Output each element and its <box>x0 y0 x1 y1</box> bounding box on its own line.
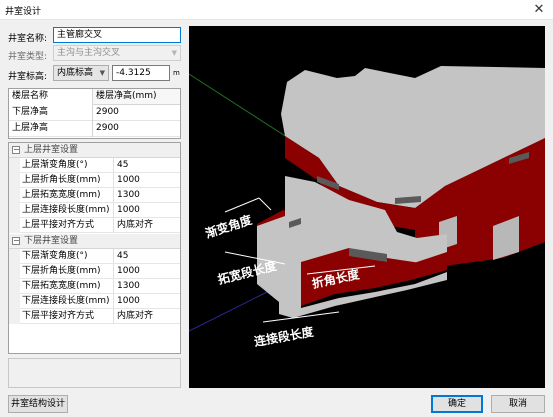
group-upper-settings[interactable]: − 上层井室设置 <box>9 143 180 158</box>
elevation-mode-select[interactable]: 内底标高 ▼ <box>53 65 109 81</box>
label-connect-length: 连接段长度 <box>253 324 316 349</box>
property-value[interactable]: 1000 <box>114 173 180 188</box>
property-row[interactable]: 上层平接对齐方式 内底对齐 <box>9 218 180 233</box>
property-value[interactable]: 45 <box>114 158 180 173</box>
property-name: 上层平接对齐方式 <box>20 218 114 233</box>
column-header-floor-name: 楼层名称 <box>9 89 93 105</box>
elevation-label: 井室标高: <box>8 72 48 82</box>
property-name: 下层连接段长度(mm) <box>20 294 114 309</box>
property-name: 上层折角长度(mm) <box>20 173 114 188</box>
description-panel <box>8 358 181 388</box>
property-name: 上层连接段长度(mm) <box>20 203 114 218</box>
property-name: 上层渐变角度(°) <box>20 158 114 173</box>
property-value[interactable]: 内底对齐 <box>114 309 180 324</box>
property-value[interactable]: 1300 <box>114 188 180 203</box>
table-row[interactable]: 上层净高 2900 <box>9 121 180 137</box>
elevation-unit: m <box>173 69 180 77</box>
property-row[interactable]: 下层平接对齐方式 内底对齐 <box>9 309 180 324</box>
type-label: 井室类型: <box>8 52 48 62</box>
collapse-icon[interactable]: − <box>12 237 20 245</box>
property-row[interactable]: 上层渐变角度(°) 45 <box>9 158 180 173</box>
elevation-input[interactable]: -4.3125 <box>112 65 170 81</box>
label-gradient-angle: 渐变角度 <box>203 211 254 240</box>
property-row[interactable]: 下层拓宽宽度(mm) 1300 <box>9 279 180 294</box>
collapse-icon[interactable]: − <box>12 146 20 154</box>
floor-name-cell: 下层净高 <box>9 105 93 121</box>
group-title: 下层井室设置 <box>24 236 79 246</box>
property-row[interactable]: 上层连接段长度(mm) 1000 <box>9 203 180 218</box>
property-value[interactable]: 45 <box>114 249 180 264</box>
chevron-down-icon: ▼ <box>171 49 177 57</box>
floor-height-cell[interactable]: 2900 <box>93 105 180 121</box>
table-row[interactable]: 下层净高 2900 <box>9 105 180 121</box>
property-value[interactable]: 1000 <box>114 294 180 309</box>
floor-name-cell: 上层净高 <box>9 121 93 137</box>
type-select-value: 主沟与主沟交叉 <box>57 48 121 58</box>
property-name: 下层平接对齐方式 <box>20 309 114 324</box>
type-select[interactable]: 主沟与主沟交叉 ▼ <box>53 45 181 61</box>
property-value[interactable]: 1300 <box>114 279 180 294</box>
table-header: 楼层名称 楼层净高(mm) <box>9 89 180 105</box>
property-row[interactable]: 下层渐变角度(°) 45 <box>9 249 180 264</box>
property-name: 下层拓宽宽度(mm) <box>20 279 114 294</box>
group-lower-settings[interactable]: − 下层井室设置 <box>9 234 180 249</box>
well-chamber-model: 渐变角度 拓宽段长度 折角长度 连接段长度 <box>189 66 545 349</box>
property-row[interactable]: 下层折角长度(mm) 1000 <box>9 264 180 279</box>
property-row[interactable]: 上层拓宽宽度(mm) 1300 <box>9 188 180 203</box>
property-value[interactable]: 1000 <box>114 203 180 218</box>
axis-x-line <box>189 289 272 332</box>
window-title: 井室设计 <box>5 7 42 17</box>
property-row[interactable]: 上层折角长度(mm) 1000 <box>9 173 180 188</box>
property-grid: − 上层井室设置 上层渐变角度(°) 45 上层折角长度(mm) 1000 上层拓宽… <box>8 142 181 354</box>
property-name: 上层拓宽宽度(mm) <box>20 188 114 203</box>
name-input[interactable]: 主管廊交叉 <box>53 27 181 43</box>
elevation-mode-value: 内底标高 <box>57 68 94 78</box>
floor-height-table: 楼层名称 楼层净高(mm) 下层净高 2900 上层净高 2900 <box>8 88 181 139</box>
dim-line-angle <box>224 197 260 213</box>
ok-button[interactable]: 确定 <box>431 395 483 413</box>
chevron-down-icon: ▼ <box>99 69 105 77</box>
property-name: 下层渐变角度(°) <box>20 249 114 264</box>
name-label: 井室名称: <box>8 34 48 44</box>
property-row[interactable]: 下层连接段长度(mm) 1000 <box>9 294 180 309</box>
floor-height-cell[interactable]: 2900 <box>93 121 180 137</box>
property-value[interactable]: 内底对齐 <box>114 218 180 233</box>
group-title: 上层井室设置 <box>24 145 79 155</box>
property-name: 下层折角长度(mm) <box>20 264 114 279</box>
3d-preview-viewport[interactable]: 渐变角度 拓宽段长度 折角长度 连接段长度 <box>189 26 545 388</box>
property-value[interactable]: 1000 <box>114 264 180 279</box>
column-header-floor-height: 楼层净高(mm) <box>96 91 157 101</box>
close-icon[interactable]: ✕ <box>531 2 547 18</box>
title-bar: 井室设计 ✕ <box>0 0 553 20</box>
structure-design-button[interactable]: 井室结构设计 <box>8 395 68 413</box>
cancel-button[interactable]: 取消 <box>491 395 545 413</box>
